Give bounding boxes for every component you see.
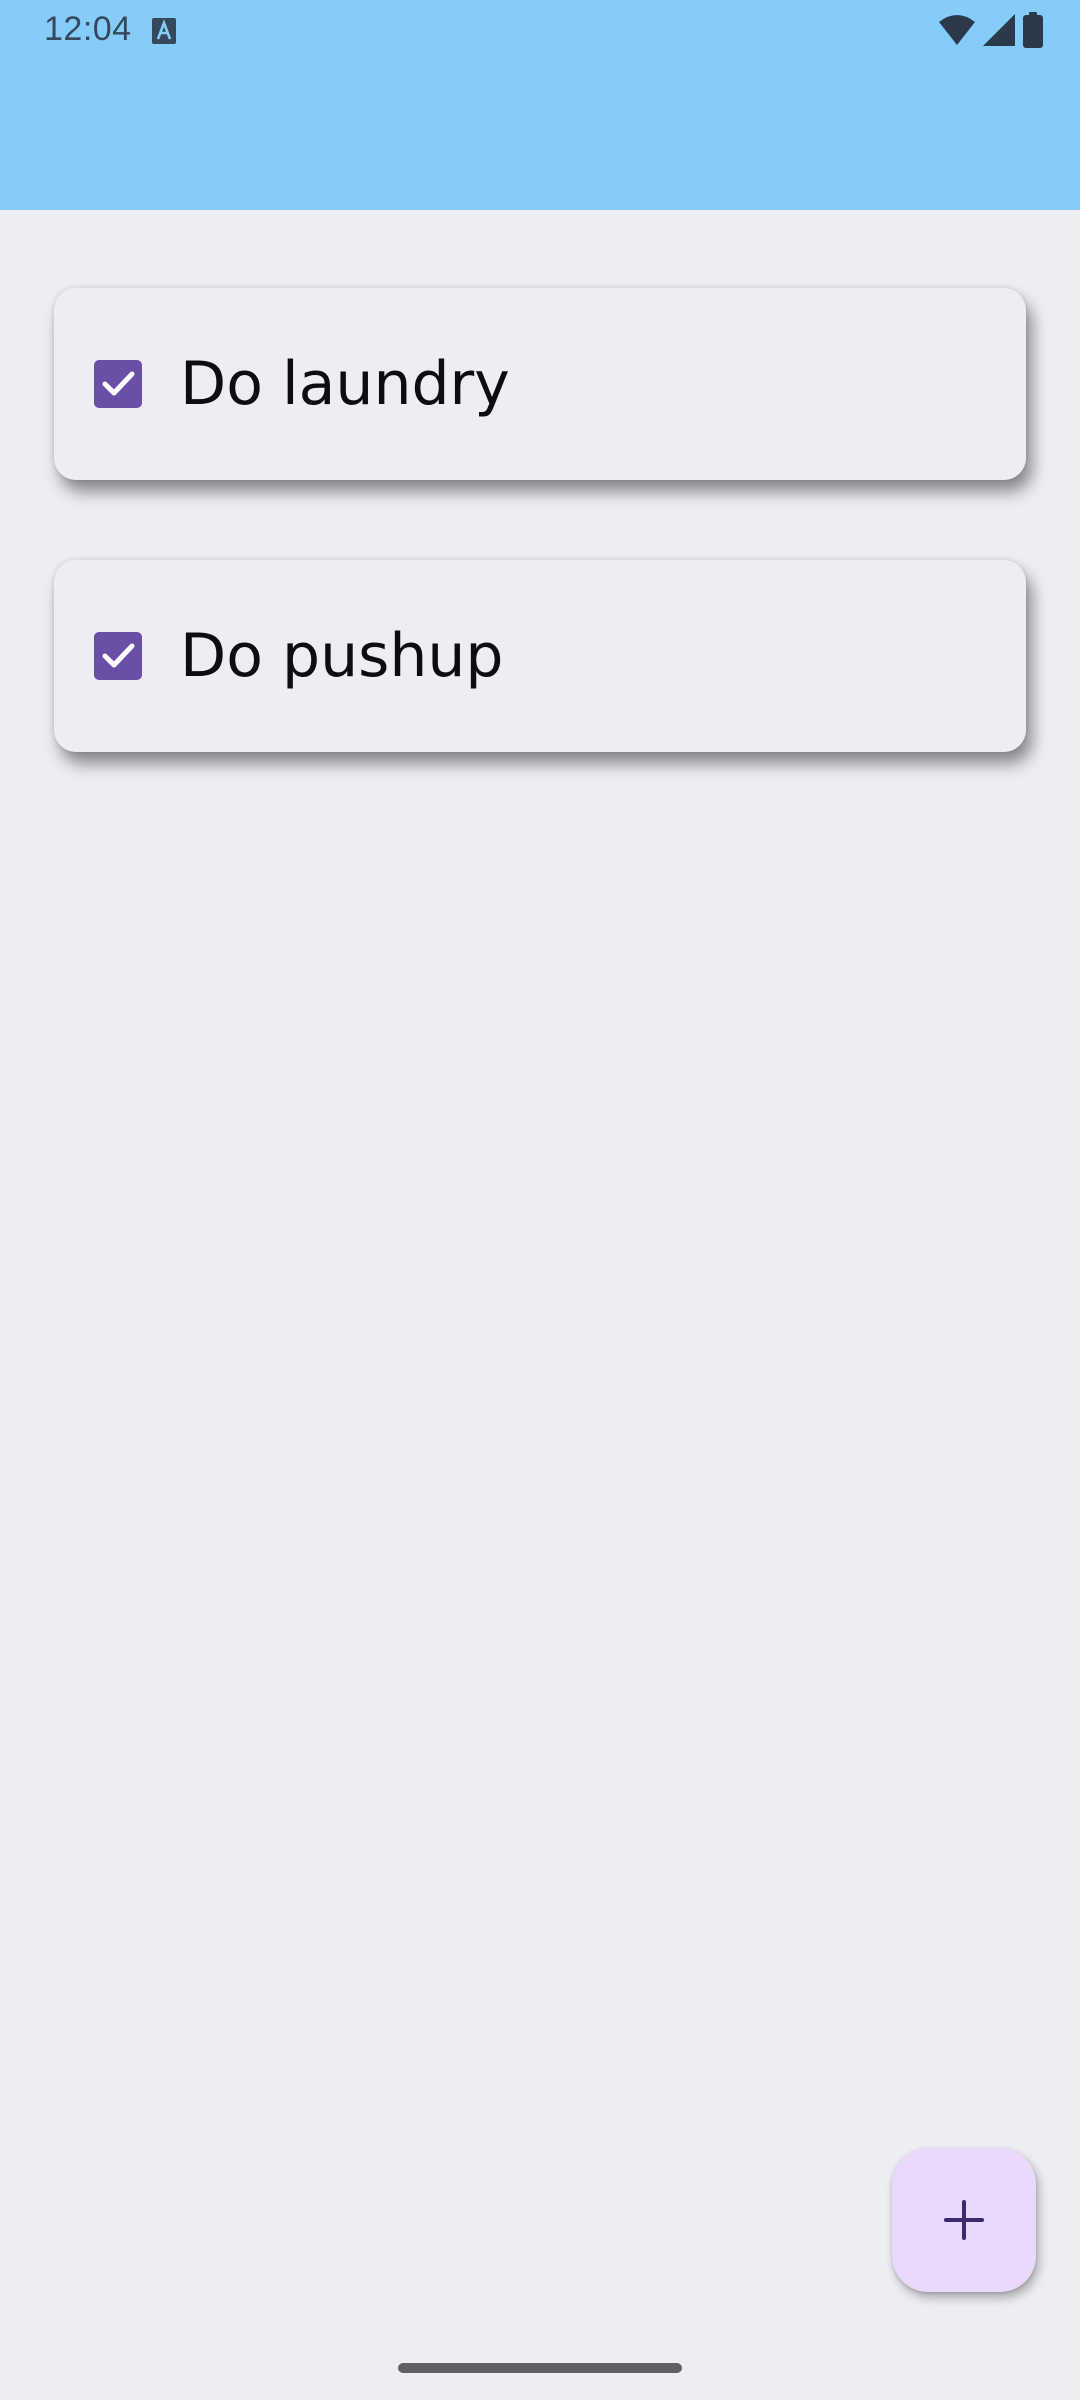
battery-icon	[1022, 12, 1044, 48]
task-card[interactable]: Do pushup	[54, 560, 1026, 752]
home-indicator[interactable]	[398, 2363, 682, 2373]
status-icons	[938, 12, 1044, 48]
task-checkbox[interactable]	[94, 632, 142, 680]
checkmark-icon	[102, 643, 135, 668]
task-label: Do laundry	[180, 349, 510, 419]
status-time: 12:04	[44, 10, 132, 48]
text-a-icon	[152, 18, 176, 44]
checkmark-icon	[102, 371, 135, 396]
plus-icon	[944, 2200, 984, 2240]
app-top-bar: 12:04	[0, 0, 1080, 210]
task-checkbox[interactable]	[94, 360, 142, 408]
task-card[interactable]: Do laundry	[54, 288, 1026, 480]
wifi-icon	[938, 14, 976, 46]
add-task-button[interactable]	[892, 2148, 1036, 2292]
signal-icon	[982, 13, 1016, 47]
task-label: Do pushup	[180, 621, 504, 691]
